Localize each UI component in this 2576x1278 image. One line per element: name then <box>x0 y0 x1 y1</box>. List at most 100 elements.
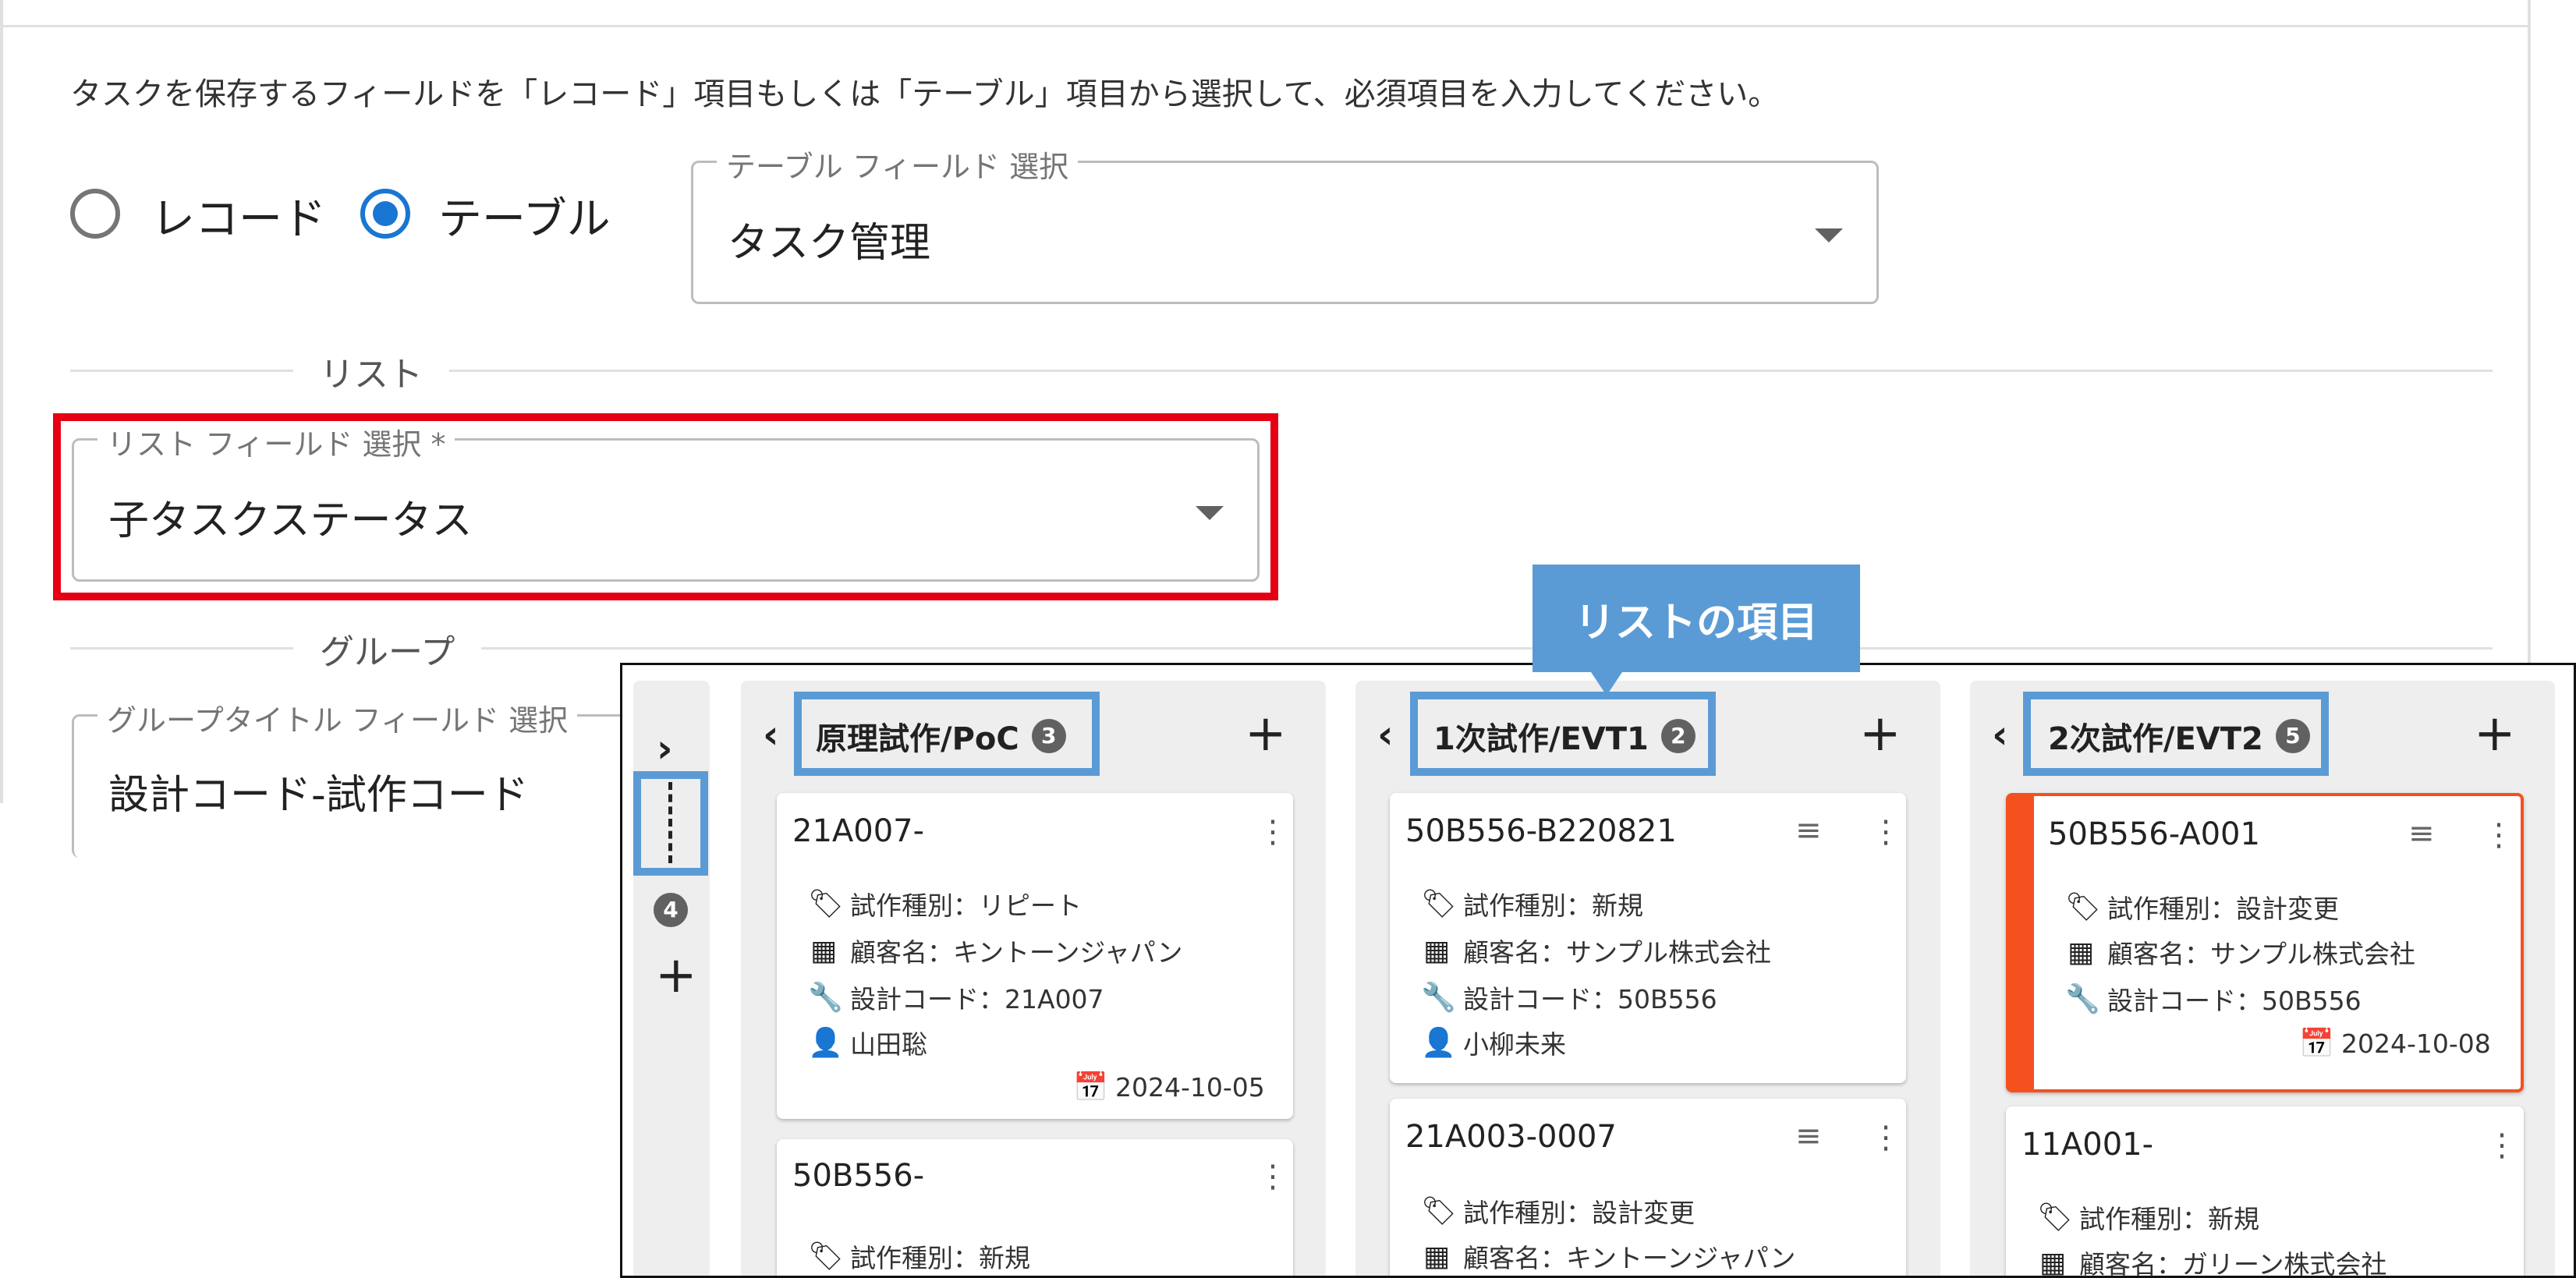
card-field-value: 顧客名：キントーンジャパン <box>850 937 1183 968</box>
task-card[interactable]: 21A007- ⋮ 🏷 試作種別：リピート ▦ 顧客名：キントーンジャパン 🔧 設計コ… <box>777 793 1293 1119</box>
card-field-value: 設計コード：50B556 <box>1463 984 1717 1014</box>
list-column: ‹ 2次試作/EVT2 5 + 50B556-A001 ≡ ⋮ 🏷 試作種別：設計… <box>1970 681 2555 1278</box>
wrench-icon: 🔧 <box>808 982 843 1014</box>
card-title: 21A003-0007 <box>1405 1119 1617 1155</box>
card-field-value: 顧客名：サンプル株式会社 <box>1463 937 1772 968</box>
highlight-box <box>53 413 1278 600</box>
person-icon: 👤 <box>808 1027 843 1059</box>
card-field-customer: ▦ 顧客名：ガリーン株式会社 <box>2037 1244 2387 1278</box>
more-menu-icon[interactable]: ⋮ <box>2486 1130 2518 1161</box>
title-highlight-box <box>2023 692 2329 776</box>
more-menu-icon[interactable]: ⋮ <box>1870 1122 1901 1153</box>
card-title: 50B556-A001 <box>2048 816 2260 852</box>
add-card-icon[interactable]: + <box>1245 709 1287 759</box>
person-icon: 👤 <box>1421 1027 1456 1059</box>
collapse-chevron-icon[interactable]: ‹ <box>1377 712 1394 757</box>
callout-text: リストの項目 <box>1574 599 1818 646</box>
list-column: ‹ 原理試作/PoC 3 + 21A007- ⋮ 🏷 試作種別：リピート ▦ 顧客名… <box>741 681 1326 1276</box>
wrench-icon: 🔧 <box>1421 982 1456 1014</box>
card-field-value: 設計コード：21A007 <box>850 984 1104 1014</box>
card-field-value: 顧客名：ガリーン株式会社 <box>2079 1249 2387 1278</box>
group-title-field-label: グループタイトル フィールド 選択 <box>97 696 578 739</box>
add-card-icon[interactable]: + <box>2474 709 2516 759</box>
card-field-design: 🔧 設計コード：50B556 <box>2065 980 2362 1018</box>
record-radio-label[interactable]: レコード <box>151 184 326 247</box>
table-radio-label[interactable]: テーブル <box>438 184 611 247</box>
card-field-value: 小柳未来 <box>1463 1029 1566 1060</box>
card-field-value: 試作種別：リピート <box>850 890 1082 921</box>
tag-icon: 🏷 <box>1421 888 1457 920</box>
task-card[interactable]: 50B556-B220821 ≡ ⋮ 🏷 試作種別：新規 ▦ 顧客名：サンプル株式会… <box>1390 793 1906 1083</box>
table-field-value: タスク管理 <box>728 220 931 267</box>
card-field-person: 👤 小柳未来 <box>1421 1024 1566 1061</box>
group-section-heading: グループ <box>293 624 482 674</box>
card-field-type: 🏷 試作種別：設計変更 <box>2065 888 2339 926</box>
collapse-chevron-icon[interactable]: ‹ <box>763 712 779 757</box>
card-field-value: 顧客名：サンプル株式会社 <box>2107 939 2416 969</box>
add-icon[interactable]: + <box>655 951 697 1000</box>
collapse-chevron-icon[interactable]: ‹ <box>1992 712 2008 757</box>
card-title: 50B556- <box>792 1158 925 1194</box>
card-title: 50B556-B220821 <box>1405 813 1677 849</box>
tag-icon: 🏷 <box>2037 1202 2073 1234</box>
card-field-value: 設計コード：50B556 <box>2107 986 2362 1016</box>
table-field-select[interactable]: テーブル フィールド 選択 タスク管理 <box>691 143 1879 304</box>
table-radio[interactable] <box>360 189 410 239</box>
building-icon: ▦ <box>1423 1240 1450 1273</box>
card-field-type: 🏷 試作種別：新規 <box>2037 1198 2259 1236</box>
wrench-icon: 🔧 <box>2065 983 2100 1015</box>
dropdown-arrow-icon[interactable] <box>1815 228 1843 243</box>
card-field-customer: ▦ 顧客名：キントーンジャパン <box>1421 1237 1795 1275</box>
card-field-value: 試作種別：新規 <box>850 1243 1030 1273</box>
kanban-board: › 4 + ‹ 原理試作/PoC 3 + 21A007- ⋮ 🏷 試作種別：リピー… <box>620 663 2576 1278</box>
card-date-value: 2024-10-05 <box>1115 1071 1265 1103</box>
card-field-type: 🏷 試作種別：設計変更 <box>1421 1192 1695 1230</box>
card-field-customer: ▦ 顧客名：キントーンジャパン <box>808 932 1182 969</box>
callout-label: リストの項目 <box>1532 565 1860 696</box>
more-menu-icon[interactable]: ⋮ <box>1257 816 1288 848</box>
building-icon: ▦ <box>2039 1246 2066 1278</box>
panel-top-divider <box>3 25 2528 27</box>
expand-chevron-icon[interactable]: › <box>657 726 673 771</box>
building-icon: ▦ <box>1423 934 1450 967</box>
card-field-type: 🏷 試作種別：リピート <box>808 885 1082 922</box>
title-highlight-box <box>794 692 1100 776</box>
title-highlight-box <box>1410 692 1716 776</box>
card-field-type: 🏷 試作種別：新規 <box>1421 885 1643 922</box>
task-card[interactable]: 11A001- ⋮ 🏷 試作種別：新規 ▦ 顧客名：ガリーン株式会社 <box>2006 1106 2524 1278</box>
subtask-list-icon[interactable]: ≡ <box>2408 818 2435 849</box>
card-field-value: 山田聡 <box>850 1029 927 1060</box>
tag-icon: 🏷 <box>808 888 844 920</box>
list-column: ‹ 1次試作/EVT1 2 + 50B556-B220821 ≡ ⋮ 🏷 試作種別… <box>1355 681 1940 1276</box>
calendar-icon: 📅 <box>1073 1071 1108 1103</box>
card-field-value: 試作種別：設計変更 <box>1463 1198 1695 1228</box>
card-field-customer: ▦ 顧客名：サンプル株式会社 <box>2065 933 2415 971</box>
card-field-value: 試作種別：新規 <box>2079 1204 2259 1234</box>
more-menu-icon[interactable]: ⋮ <box>1870 816 1901 848</box>
subtask-list-icon[interactable]: ≡ <box>1795 815 1822 846</box>
more-menu-icon[interactable]: ⋮ <box>1257 1161 1288 1192</box>
card-field-value: 試作種別：新規 <box>1463 890 1643 921</box>
card-field-value: 試作種別：設計変更 <box>2107 894 2339 924</box>
instruction-text: タスクを保存するフィールドを「レコード」項目もしくは「テーブル」項目から選択して… <box>70 76 1780 112</box>
card-field-value: 顧客名：キントーンジャパン <box>1463 1243 1796 1273</box>
more-menu-icon[interactable]: ⋮ <box>2483 820 2514 851</box>
task-card[interactable]: 21A003-0007 ≡ ⋮ 🏷 試作種別：設計変更 ▦ 顧客名：キントーンジャパ… <box>1390 1099 1906 1276</box>
card-title: 11A001- <box>2021 1127 2154 1163</box>
add-card-icon[interactable]: + <box>1859 709 1901 759</box>
collapsed-group-sidebar: › 4 + <box>633 681 710 1276</box>
card-field-person: 👤 山田聡 <box>808 1024 927 1061</box>
building-icon: ▦ <box>2067 936 2094 968</box>
card-field-design: 🔧 設計コード：21A007 <box>808 979 1104 1016</box>
card-field-design: 🔧 設計コード：50B556 <box>1421 979 1717 1016</box>
table-field-label: テーブル フィールド 選択 <box>717 143 1079 186</box>
tag-icon: 🏷 <box>808 1241 844 1273</box>
record-radio[interactable] <box>70 189 120 239</box>
task-card[interactable]: 50B556- ⋮ 🏷 試作種別：新規 <box>777 1139 1293 1276</box>
card-due-date: 📅 2024-10-08 <box>2299 1027 2491 1060</box>
tag-icon: 🏷 <box>2065 891 2101 923</box>
subtask-list-icon[interactable]: ≡ <box>1795 1120 1822 1152</box>
card-date-value: 2024-10-08 <box>2341 1028 2491 1059</box>
task-card-highlighted[interactable]: 50B556-A001 ≡ ⋮ 🏷 試作種別：設計変更 ▦ 顧客名：サンプル株式会社… <box>2006 793 2524 1092</box>
tag-icon: 🏷 <box>1421 1195 1457 1227</box>
